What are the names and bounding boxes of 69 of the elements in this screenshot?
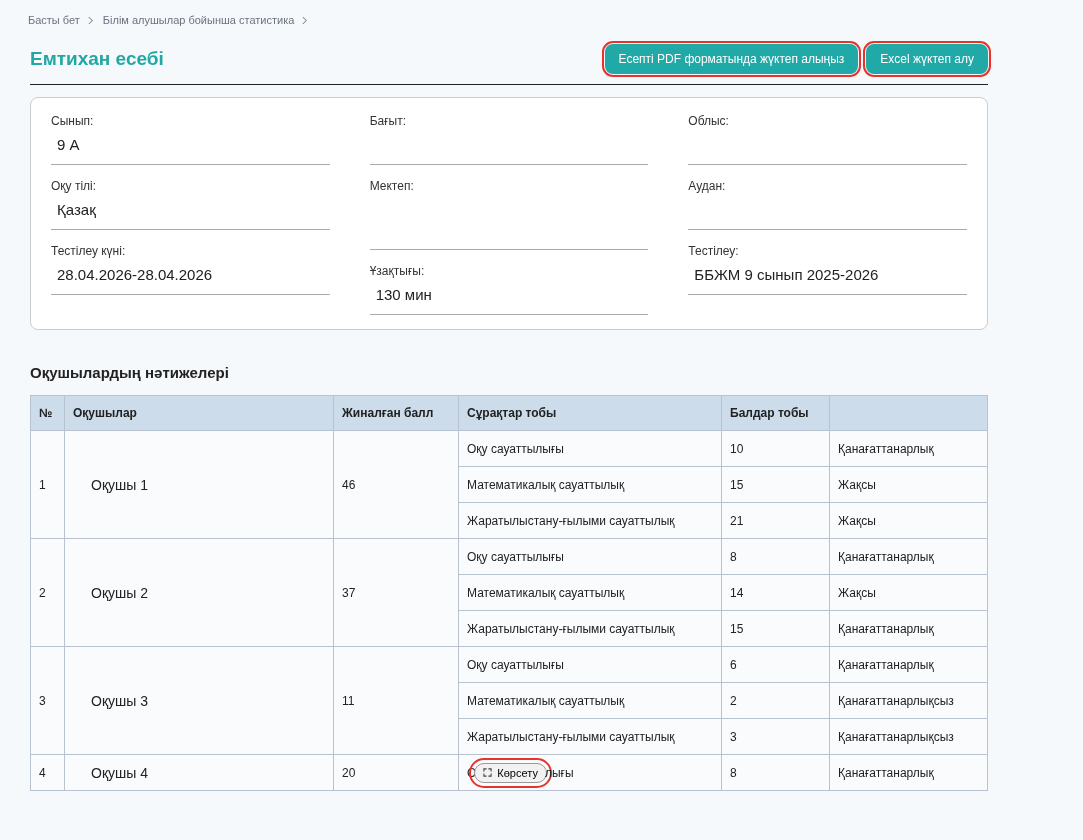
table-cell: Математикалық сауаттылық bbox=[458, 574, 722, 611]
table-cell: Қанағаттанарлық bbox=[829, 754, 988, 791]
table-cell: Жаратылыстану-ғылыми сауаттылық bbox=[458, 502, 722, 539]
table-cell: 1 bbox=[30, 430, 65, 539]
download-button[interactable]: Excel жүктеп алу bbox=[866, 44, 988, 74]
table-cell: Қанағаттанарлықсыз bbox=[829, 682, 988, 719]
table-cell: Қанағаттанарлық bbox=[829, 430, 988, 467]
download-button[interactable]: Есепті PDF форматында жүктеп алыңыз bbox=[604, 44, 859, 74]
field-label: Облыс: bbox=[688, 114, 730, 128]
field-label: Мектеп: bbox=[369, 179, 415, 193]
field-label: Сынып: bbox=[51, 114, 95, 128]
table-cell: 10 bbox=[721, 430, 830, 467]
field-value: 28.04.2026-28.04.2026 bbox=[51, 266, 330, 295]
table-cell: 37 bbox=[333, 538, 459, 647]
table-cell: 21 bbox=[721, 502, 830, 539]
table-cell: Математикалық сауаттылық bbox=[458, 682, 722, 719]
breadcrumb-link[interactable]: Басты бет bbox=[28, 14, 80, 26]
table-cell: 15 bbox=[721, 466, 830, 503]
table-cell: Қанағаттанарлық bbox=[829, 610, 988, 647]
section-title: Оқушылардың нәтижелері bbox=[30, 364, 230, 381]
field-value: 9 А bbox=[51, 136, 330, 165]
field-label: Тестілеу күні: bbox=[51, 244, 127, 258]
table-cell: 20 bbox=[333, 754, 459, 791]
column-header: Балдар тобы bbox=[721, 395, 830, 431]
expand-icon bbox=[483, 768, 493, 777]
table-cell: Жаратылыстану-ғылыми сауаттылық bbox=[458, 718, 722, 755]
student-cell: Оқушы 1 bbox=[64, 430, 334, 539]
field-label: Ұзақтығы: bbox=[369, 264, 426, 278]
field-label: Тестілеу: bbox=[688, 244, 740, 258]
table-cell: Оқу сауаттылығы bbox=[458, 646, 722, 683]
column-header: Сұрақтар тобы bbox=[458, 395, 722, 431]
table-cell: 6 bbox=[721, 646, 830, 683]
breadcrumb-link[interactable]: Білім алушылар бойынша статистика bbox=[102, 14, 295, 26]
student-cell: Оқушы 2 bbox=[64, 538, 334, 647]
table-cell: Қанағаттанарлық bbox=[829, 538, 988, 575]
table-cell: Жақсы bbox=[829, 574, 988, 611]
column-header: № bbox=[30, 395, 65, 431]
table-cell: 8 bbox=[721, 754, 830, 791]
table-cell: Жақсы bbox=[829, 466, 988, 503]
field-label: Аудан: bbox=[688, 179, 727, 193]
field-label: Оқу тілі: bbox=[51, 179, 98, 193]
student-cell: Оқушы 4 bbox=[64, 754, 334, 791]
table-cell: Оқу сауаттылығы bbox=[458, 430, 722, 467]
table-cell: 8 bbox=[721, 538, 830, 575]
table-cell: 3 bbox=[30, 646, 65, 755]
table-cell: 14 bbox=[721, 574, 830, 611]
student-cell: Оқушы 3 bbox=[64, 646, 334, 755]
table-cell: 46 bbox=[333, 430, 459, 539]
table-cell: 4 bbox=[30, 754, 65, 791]
column-header: Жиналған балл bbox=[333, 395, 459, 431]
table-cell: Жақсы bbox=[829, 502, 988, 539]
table-cell: 2 bbox=[30, 538, 65, 647]
table-cell: Математикалық сауаттылық bbox=[458, 466, 722, 503]
table-cell: Қанағаттанарлық bbox=[829, 646, 988, 683]
field-value: ББЖМ 9 сынып 2025-2026 bbox=[688, 266, 967, 295]
table-cell: 3 bbox=[721, 718, 830, 755]
table-cell: 2 bbox=[721, 682, 830, 719]
table-cell: 11 bbox=[333, 646, 459, 755]
chevron-icon bbox=[301, 15, 309, 25]
field-value: Қазақ bbox=[51, 201, 330, 230]
table-cell: 15 bbox=[721, 610, 830, 647]
chevron-icon bbox=[86, 15, 94, 25]
field-value: 130 мин bbox=[369, 286, 649, 315]
page-title: Емтихан есебі bbox=[30, 48, 164, 70]
column-header: Оқушылар bbox=[64, 395, 334, 431]
table-cell: Оқу сауаттылығы bbox=[458, 538, 722, 575]
table-cell: Жаратылыстану-ғылыми сауаттылық bbox=[458, 610, 722, 647]
field-label: Бағыт: bbox=[369, 114, 408, 128]
table-cell: Қанағаттанарлықсыз bbox=[829, 718, 988, 755]
